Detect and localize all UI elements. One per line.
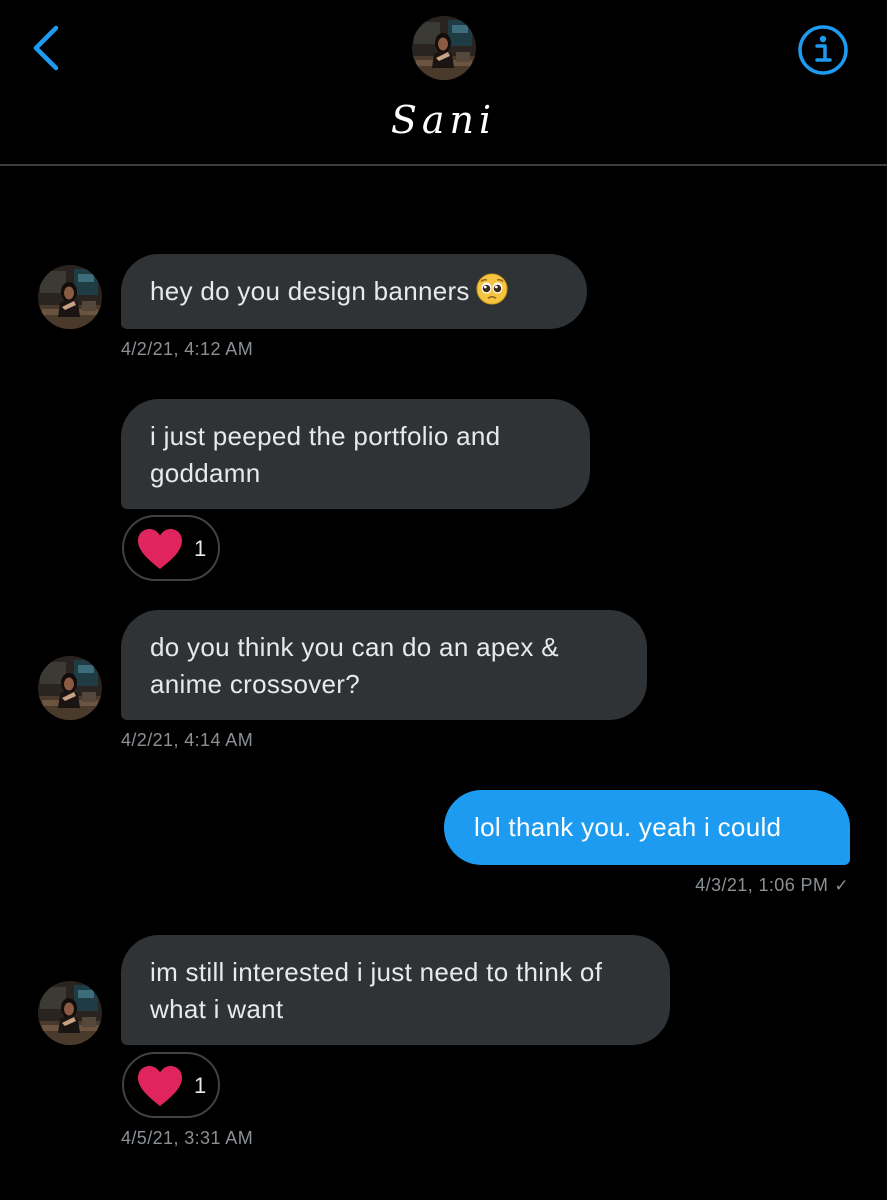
pleading-face-emoji [476,273,508,305]
message-bubble[interactable]: i just peeped the portfolio and goddamn [121,399,590,509]
contact-avatar[interactable] [38,265,102,329]
info-icon [798,25,848,75]
timestamp-text: 4/3/21, 1:06 PM [695,875,829,895]
header-avatar[interactable] [412,16,476,80]
conversation-header: Sani [0,0,887,166]
message-bubble[interactable]: do you think you can do an apex & anime … [121,610,647,720]
heart-reaction[interactable]: 1 [122,1052,220,1118]
heart-reaction[interactable]: 1 [122,515,220,581]
message-text: do you think you can do an apex & anime … [150,632,559,699]
contact-avatar[interactable] [38,656,102,720]
reaction-count: 1 [194,1073,207,1098]
message-timestamp: 4/2/21, 4:12 AM [121,339,254,359]
message-bubble-sent[interactable]: lol thank you. yeah i could [444,790,850,865]
heart-icon [138,1066,182,1106]
reaction-count: 1 [194,536,207,561]
chevron-left-icon [33,25,59,71]
message-text: lol thank you. yeah i could [474,812,782,842]
message-timestamp: 4/5/21, 3:31 AM [121,1128,254,1148]
checkmark-icon: ✓ [834,876,849,895]
back-button[interactable] [24,22,72,76]
message-text: hey do you design banners [150,276,470,306]
heart-icon [138,529,182,569]
message-timestamp: 4/2/21, 4:14 AM [121,730,254,750]
message-bubble[interactable]: hey do you design banners [121,254,587,329]
contact-name[interactable]: Sani [0,98,887,142]
message-text: i just peeped the portfolio and goddamn [150,421,501,488]
message-timestamp: 4/3/21, 1:06 PM ✓ [695,875,849,896]
contact-avatar[interactable] [38,981,102,1045]
message-text: im still interested i just need to think… [150,957,603,1024]
message-bubble[interactable]: im still interested i just need to think… [121,935,670,1045]
info-button[interactable] [797,24,849,76]
